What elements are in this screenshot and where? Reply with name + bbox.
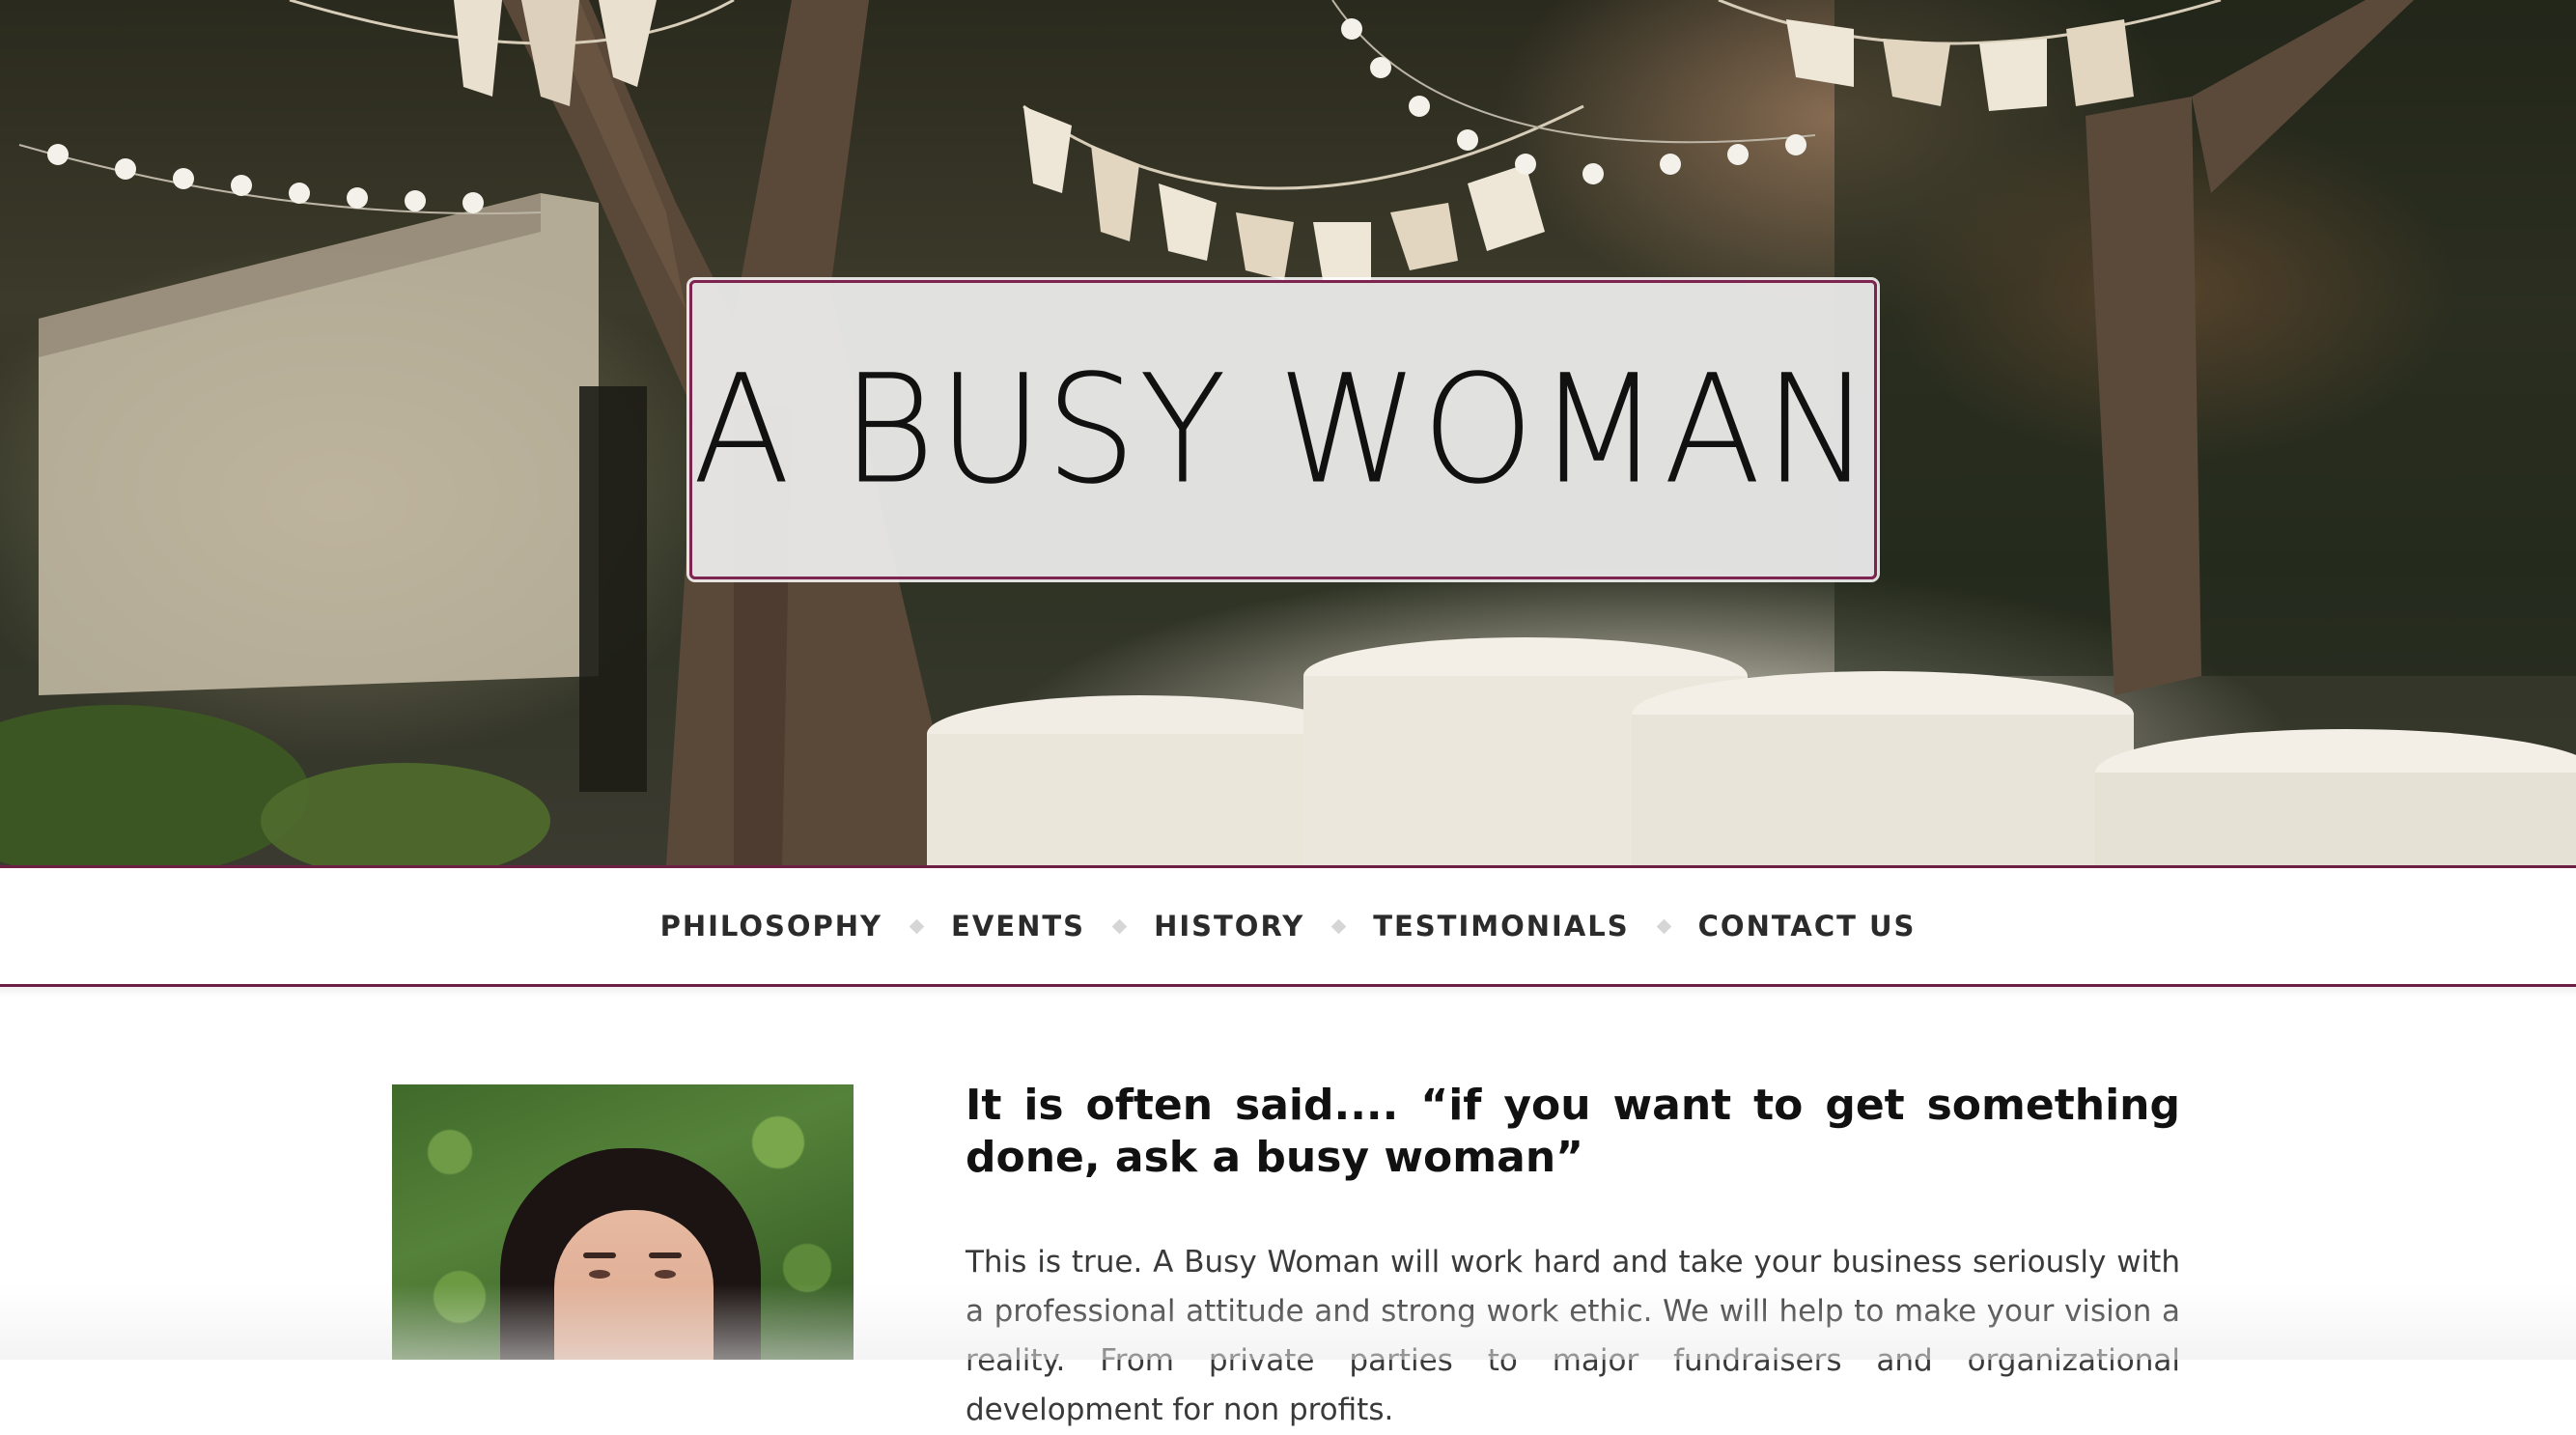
site-title[interactable]: A BUSY WOMAN — [692, 343, 1873, 518]
founder-portrait — [392, 1084, 854, 1360]
nav-item-contact-us[interactable]: CONTACT US — [1698, 910, 1917, 943]
portrait-eye — [655, 1270, 676, 1279]
nav-separator-icon — [909, 918, 925, 934]
portrait-eye — [589, 1270, 610, 1279]
nav-item-events[interactable]: EVENTS — [951, 910, 1085, 943]
portrait-face — [554, 1210, 714, 1360]
nav-item-history[interactable]: HISTORY — [1154, 910, 1304, 943]
intro-paragraph: This is true. A Busy Woman will work har… — [966, 1245, 2180, 1427]
portrait-brow — [649, 1252, 682, 1258]
nav-item-testimonials[interactable]: TESTIMONIALS — [1373, 910, 1629, 943]
site-title-box[interactable]: A BUSY WOMAN — [689, 280, 1877, 579]
nav-shadow — [0, 987, 2576, 997]
intro-headline: It is often said.... “if you want to get… — [966, 1081, 2180, 1182]
main-nav: PHILOSOPHY EVENTS HISTORY TESTIMONIALS C… — [0, 865, 2576, 987]
nav-separator-icon — [1111, 918, 1128, 934]
nav-item-philosophy[interactable]: PHILOSOPHY — [660, 910, 882, 943]
nav-separator-icon — [1656, 918, 1671, 934]
portrait-brow — [583, 1252, 616, 1258]
nav-separator-icon — [1330, 918, 1347, 934]
hero-banner: A BUSY WOMAN — [0, 0, 2576, 865]
